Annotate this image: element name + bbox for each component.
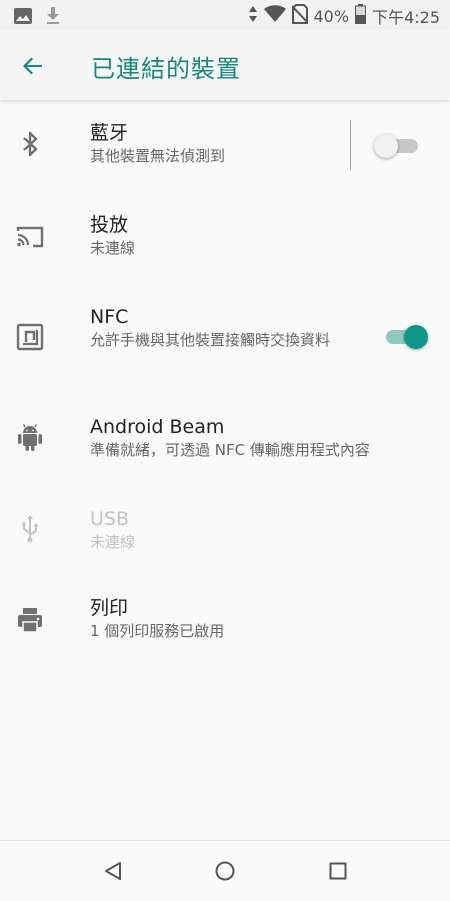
download-icon bbox=[46, 7, 60, 29]
wifi-icon bbox=[263, 5, 286, 27]
usb-icon bbox=[16, 514, 44, 543]
usb-subtitle: 未連線 bbox=[90, 533, 136, 551]
printing-title: 列印 bbox=[90, 597, 129, 619]
navigation-bar bbox=[0, 840, 450, 901]
nfc-subtitle: 允許手機與其他裝置接觸時交換資料 bbox=[90, 331, 331, 349]
list-item-android-beam[interactable]: Android Beam 準備就緒，可透過 NFC 傳輸應用程式內容 bbox=[0, 389, 450, 481]
list-item-usb: USB 未連線 bbox=[0, 481, 450, 573]
cast-icon bbox=[16, 223, 44, 251]
bluetooth-subtitle: 其他裝置無法偵測到 bbox=[90, 147, 226, 165]
clock: 下午4:25 bbox=[372, 8, 440, 27]
back-triangle-icon[interactable] bbox=[101, 859, 125, 883]
cast-subtitle: 未連線 bbox=[90, 239, 136, 257]
android-beam-subtitle: 準備就緒，可透過 NFC 傳輸應用程式內容 bbox=[90, 441, 370, 459]
battery-percent: 40% bbox=[313, 6, 350, 26]
bluetooth-toggle[interactable] bbox=[374, 131, 422, 159]
list-item-printing[interactable]: 列印 1 個列印服務已啟用 bbox=[0, 573, 450, 665]
page-title: 已連結的裝置 bbox=[91, 55, 241, 83]
bluetooth-title: 藍牙 bbox=[90, 122, 129, 144]
nfc-toggle[interactable] bbox=[382, 322, 430, 350]
home-circle-icon[interactable] bbox=[213, 859, 237, 883]
android-beam-title: Android Beam bbox=[90, 416, 225, 438]
android-icon bbox=[16, 423, 44, 451]
usb-title: USB bbox=[90, 508, 130, 530]
nfc-title: NFC bbox=[90, 306, 129, 328]
bluetooth-icon bbox=[16, 130, 44, 158]
status-bar: 40% 下午4:25 bbox=[0, 0, 450, 30]
arrow-back-icon[interactable] bbox=[18, 51, 48, 81]
list-item-cast[interactable]: 投放 未連線 bbox=[0, 192, 450, 284]
data-arrows-icon bbox=[248, 5, 258, 27]
recents-square-icon[interactable] bbox=[326, 859, 350, 883]
cast-title: 投放 bbox=[90, 214, 129, 236]
printing-subtitle: 1 個列印服務已啟用 bbox=[90, 622, 225, 640]
image-icon bbox=[14, 8, 32, 28]
nfc-icon bbox=[16, 323, 44, 351]
divider bbox=[350, 120, 351, 170]
battery-icon bbox=[355, 4, 367, 28]
print-icon bbox=[16, 606, 44, 634]
app-bar: 已連結的裝置 bbox=[0, 30, 450, 100]
no-sim-icon bbox=[290, 4, 309, 28]
